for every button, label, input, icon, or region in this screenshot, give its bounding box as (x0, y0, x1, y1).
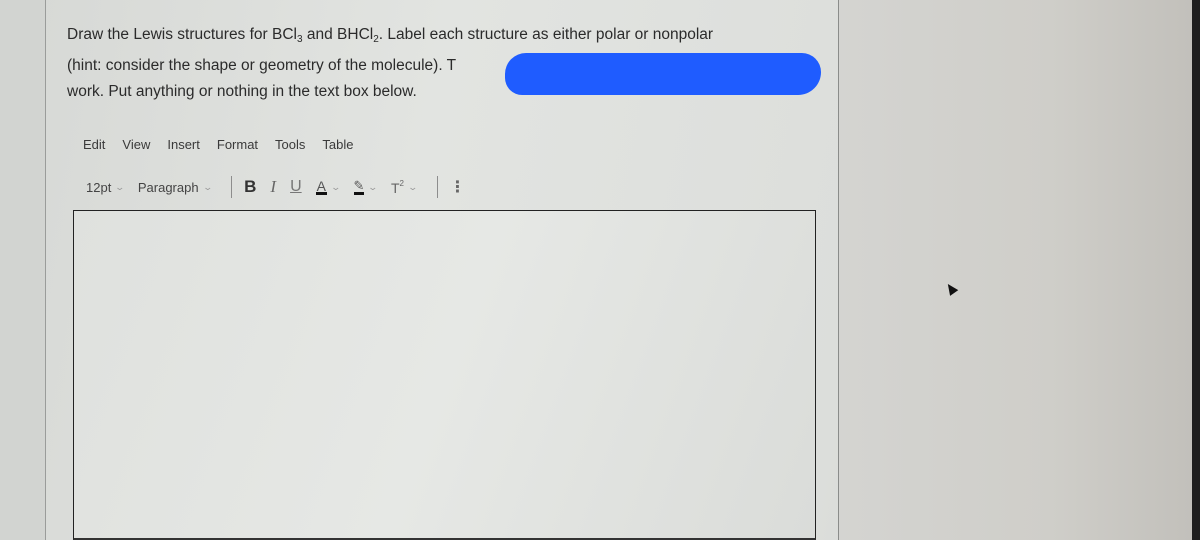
italic-button[interactable]: I (270, 175, 276, 199)
left-gutter (0, 0, 46, 540)
bold-button[interactable]: B (244, 175, 256, 199)
menu-table[interactable]: Table (322, 137, 353, 152)
font-size-dropdown[interactable]: 12pt ⌄ (86, 179, 126, 195)
screen: Draw the Lewis structures for BCl3 and B… (0, 0, 1200, 540)
screen-bezel-edge (1192, 0, 1200, 540)
more-options-icon[interactable]: ⋮ (450, 175, 466, 199)
superscript-icon-t: T (390, 179, 400, 196)
chevron-down-icon: ⌄ (330, 181, 342, 192)
superscript-icon-2: 2 (399, 178, 404, 188)
menu-edit[interactable]: Edit (83, 137, 105, 152)
chevron-down-icon: ⌄ (202, 181, 213, 192)
redaction-mark (505, 53, 821, 95)
superscript-button[interactable]: T2 ⌄ (391, 175, 419, 199)
font-color-icon: A (315, 177, 327, 195)
font-color-button[interactable]: A ⌄ (315, 175, 342, 199)
block-format-dropdown[interactable]: Paragraph ⌄ (137, 179, 213, 195)
question-line-1-post: . Label each structure as either polar o… (378, 26, 714, 43)
superscript-icon: T2 (391, 179, 404, 196)
question-line-1-pre: Draw the Lewis structures for BCl (67, 26, 297, 43)
question-line-1-mid: and BHCl (302, 26, 374, 43)
menu-view[interactable]: View (122, 137, 150, 152)
underline-button[interactable]: U (290, 175, 302, 199)
editor-menubar: Edit View Insert Format Tools Table (83, 137, 370, 152)
editor-toolbar: 12pt ⌄ Paragraph ⌄ B I U A ⌄ ✎ ⌄ T2 ⌄ ⋮ (86, 174, 479, 200)
chevron-down-icon: ⌄ (407, 181, 419, 192)
menu-insert[interactable]: Insert (167, 137, 200, 152)
rich-text-editor[interactable] (73, 210, 816, 540)
question-line-1: Draw the Lewis structures for BCl3 and B… (67, 22, 827, 53)
right-panel (838, 0, 1192, 540)
toolbar-divider (436, 176, 438, 198)
menu-format[interactable]: Format (217, 137, 258, 152)
chevron-down-icon: ⌄ (114, 181, 126, 192)
block-format-value: Paragraph (137, 179, 199, 195)
highlighter-icon: ✎ (353, 177, 365, 195)
menu-tools[interactable]: Tools (275, 137, 305, 152)
toolbar-divider (231, 176, 233, 198)
font-size-value: 12pt (86, 179, 112, 195)
highlight-color-button[interactable]: ✎ ⌄ (353, 175, 379, 199)
chevron-down-icon: ⌄ (367, 181, 379, 192)
